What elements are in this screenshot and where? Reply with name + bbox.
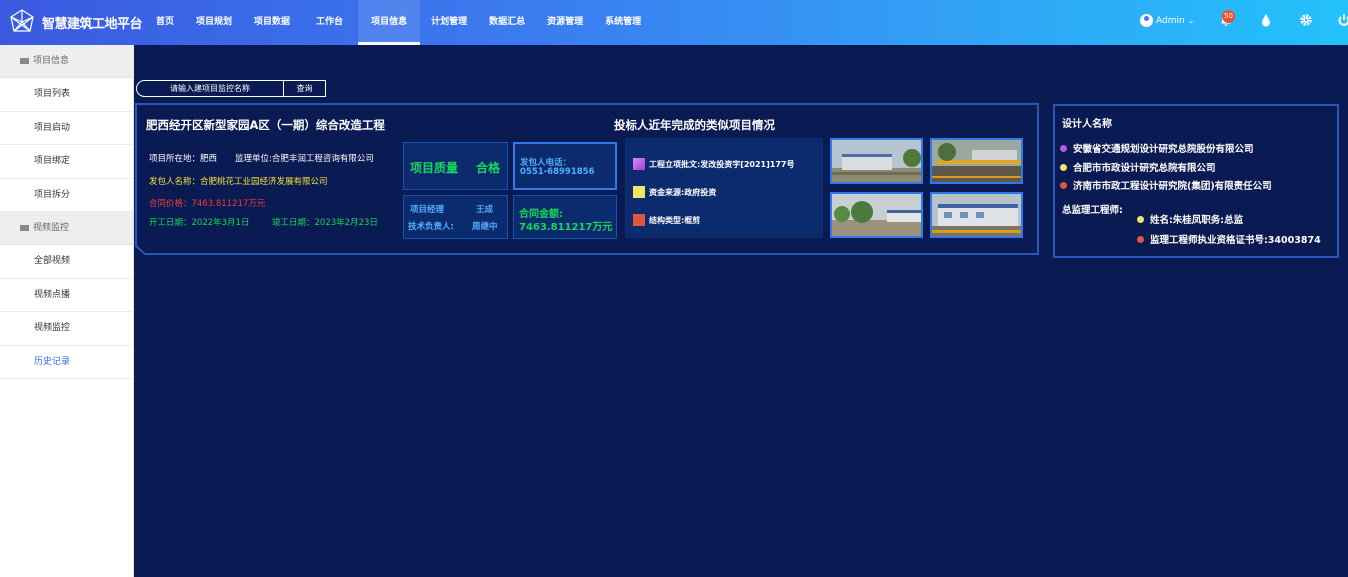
sidebar-item-history[interactable]: 历史记录 bbox=[0, 346, 133, 379]
site-photo[interactable] bbox=[930, 192, 1023, 238]
sidebar-item-project-split[interactable]: 项目拆分 bbox=[0, 179, 133, 212]
manager-label: 项目经理 bbox=[410, 205, 445, 215]
sidebar-item-video-monitor[interactable]: 视频监控 bbox=[0, 312, 133, 346]
project-location: 项目所在地：肥西 bbox=[149, 154, 218, 164]
legend-item: 资金来源:政府投资 bbox=[633, 186, 716, 198]
legend-color-swatch bbox=[633, 214, 645, 226]
site-photo[interactable] bbox=[930, 138, 1023, 184]
logo-icon bbox=[10, 9, 34, 32]
sidebar-group-label: 项目信息 bbox=[33, 55, 70, 66]
sidebar-item-project-list[interactable]: 项目列表 bbox=[0, 78, 133, 112]
designer-name: 安徽省交通规划设计研究总院股份有限公司 bbox=[1073, 144, 1254, 155]
main-nav: 首页 项目规划 项目数据 工作台 项目信息 计划管理 数据汇总 资源管理 系统管… bbox=[145, 0, 652, 45]
nav-data-summary[interactable]: 数据汇总 bbox=[478, 0, 536, 45]
contractor-name: 发包人名称：合肥桃花工业园经济发展有限公司 bbox=[149, 177, 328, 187]
amount-card: 合同金额: 7463.811217万元 bbox=[513, 195, 617, 239]
nav-project-data[interactable]: 项目数据 bbox=[243, 0, 301, 45]
sidebar-group-label: 视频监控 bbox=[33, 222, 70, 233]
sidebar-group-video[interactable]: 视频监控 bbox=[0, 212, 133, 245]
monitor-icon bbox=[20, 225, 29, 231]
app-title: 智慧建筑工地平台 bbox=[42, 17, 143, 32]
end-date: 竣工日期：2023年2月23日 bbox=[272, 218, 378, 228]
supervisor-unit: 监理单位:合肥丰润工程咨询有限公司 bbox=[235, 154, 374, 164]
contract-price: 合同价格：7463.811217万元 bbox=[149, 199, 266, 209]
legend-color-swatch bbox=[633, 158, 645, 170]
chevron-down-icon: ⌄ bbox=[1187, 16, 1195, 25]
bullet-dot bbox=[1137, 235, 1144, 243]
legend-color-swatch bbox=[633, 186, 645, 198]
quality-value: 合格 bbox=[476, 161, 501, 175]
sidebar: 项目信息 项目列表 项目启动 项目绑定 项目拆分 视频监控 全部视频 视频点播 … bbox=[0, 45, 134, 577]
bullet-dot bbox=[1060, 144, 1067, 152]
chief-supervisor-item: 监理工程师执业资格证书号:34003874 bbox=[1137, 232, 1321, 246]
bullet-dot bbox=[1060, 163, 1067, 171]
chief-supervisor-title: 总监理工程师: bbox=[1062, 205, 1123, 216]
nav-system-management[interactable]: 系统管理 bbox=[594, 0, 652, 45]
designer-title: 设计人名称 bbox=[1062, 119, 1112, 130]
designer-name: 合肥市市政设计研究总院有限公司 bbox=[1073, 163, 1216, 174]
designer-item: 济南市市政工程设计研究院(集团)有限责任公司 bbox=[1060, 178, 1272, 192]
amount-value: 7463.811217万元 bbox=[519, 222, 613, 233]
sidebar-item-all-video[interactable]: 全部视频 bbox=[0, 245, 133, 279]
chief-supervisor-text: 监理工程师执业资格证书号:34003874 bbox=[1150, 235, 1321, 246]
phone-card: 发包人电话： 0551-68991856 bbox=[513, 142, 617, 190]
nav-resource-management[interactable]: 资源管理 bbox=[536, 0, 594, 45]
gear-icon[interactable] bbox=[1298, 13, 1314, 29]
nav-workbench[interactable]: 工作台 bbox=[301, 0, 358, 45]
site-photo[interactable] bbox=[830, 138, 923, 184]
chief-supervisor-item: 姓名:朱桂凤职务:总监 bbox=[1137, 212, 1243, 226]
quality-label: 项目质量 bbox=[410, 161, 459, 175]
sidebar-group-project-info[interactable]: 项目信息 bbox=[0, 45, 133, 78]
water-drop-icon[interactable] bbox=[1258, 13, 1274, 29]
phone-value: 0551-68991856 bbox=[520, 167, 595, 177]
chief-supervisor-text: 姓名:朱桂凤职务:总监 bbox=[1150, 215, 1244, 226]
user-name: Admin bbox=[1156, 15, 1185, 26]
nav-plan-management[interactable]: 计划管理 bbox=[420, 0, 478, 45]
quality-card: 项目质量 合格 bbox=[403, 142, 508, 190]
legend-item: 结构类型:框剪 bbox=[633, 214, 700, 226]
tech-lead-label: 技术负责人: bbox=[408, 222, 454, 232]
start-date: 开工日期：2022年3月1日 bbox=[149, 218, 250, 228]
tech-lead-value: 周继中 bbox=[472, 222, 498, 232]
monitor-icon bbox=[20, 58, 29, 64]
top-bar: 智慧建筑工地平台 首页 项目规划 项目数据 工作台 项目信息 计划管理 数据汇总… bbox=[0, 0, 1348, 45]
site-photo[interactable] bbox=[830, 192, 923, 238]
similar-projects-legend: 工程立项批文:发改投资字[2021]177号 资金来源:政府投资 结构类型:框剪 bbox=[625, 138, 823, 238]
nav-project-planning[interactable]: 项目规划 bbox=[185, 0, 243, 45]
similar-projects-title: 投标人近年完成的类似项目情况 bbox=[614, 118, 775, 132]
nav-home[interactable]: 首页 bbox=[145, 0, 185, 45]
designer-name: 济南市市政工程设计研究院(集团)有限责任公司 bbox=[1073, 181, 1272, 192]
sidebar-item-project-start[interactable]: 项目启动 bbox=[0, 112, 133, 145]
legend-label: 结构类型:框剪 bbox=[649, 215, 701, 225]
designer-item: 合肥市市政设计研究总院有限公司 bbox=[1060, 160, 1216, 174]
sidebar-item-project-bind[interactable]: 项目绑定 bbox=[0, 145, 133, 179]
search-input[interactable]: 请输入建项目监控名称 bbox=[136, 80, 284, 97]
bullet-dot bbox=[1060, 181, 1067, 189]
user-menu[interactable]: Admin ⌄ bbox=[1140, 14, 1194, 27]
search-button[interactable]: 查询 bbox=[283, 80, 326, 97]
project-title: 肥西经开区新型家园A区（一期）综合改造工程 bbox=[146, 118, 385, 132]
manager-card: 项目经理 王成 技术负责人: 周继中 bbox=[403, 195, 508, 239]
notification-badge: 50 bbox=[1222, 10, 1235, 23]
legend-label: 工程立项批文:发改投资字[2021]177号 bbox=[649, 159, 795, 169]
user-avatar-icon bbox=[1140, 14, 1153, 27]
nav-project-info[interactable]: 项目信息 bbox=[358, 0, 421, 45]
designer-item: 安徽省交通规划设计研究总院股份有限公司 bbox=[1060, 141, 1254, 155]
manager-value: 王成 bbox=[476, 205, 494, 215]
sidebar-item-video-on-demand[interactable]: 视频点播 bbox=[0, 279, 133, 312]
bullet-dot bbox=[1137, 215, 1144, 223]
legend-label: 资金来源:政府投资 bbox=[649, 187, 717, 197]
power-icon[interactable] bbox=[1336, 13, 1348, 29]
legend-item: 工程立项批文:发改投资字[2021]177号 bbox=[633, 158, 794, 170]
